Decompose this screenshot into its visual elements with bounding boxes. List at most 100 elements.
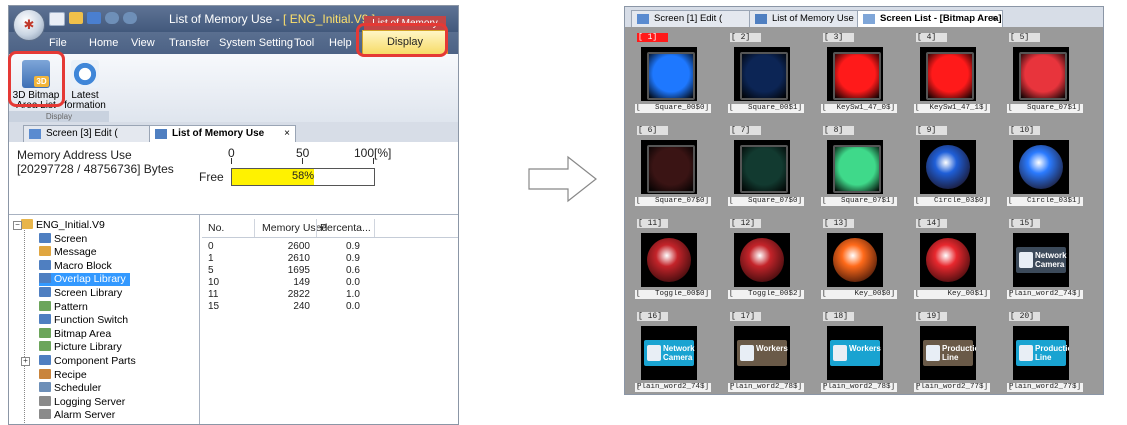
tree-item[interactable]: Recipe	[39, 368, 87, 382]
bitmap-cell[interactable]: [ 9] [Circle_03$0]	[906, 122, 990, 210]
column-header[interactable]: No.	[208, 222, 224, 234]
bitmap-cell[interactable]: [ 5] [Square_07$1]	[999, 29, 1083, 117]
word-plate-icon: Production Line	[1016, 340, 1069, 366]
app-logo-icon[interactable]: ✱	[13, 9, 45, 41]
plate-word: Network Camera	[1035, 251, 1067, 269]
bitmap-cell[interactable]: [ 1] [Square_00$0]	[627, 29, 711, 117]
bitmap-thumbnail	[1013, 140, 1069, 194]
bitmap-cell[interactable]: [ 4] [KeySw1_47_1$]	[906, 29, 990, 117]
tree-item[interactable]: Bitmap Area	[39, 327, 112, 341]
column-separator[interactable]	[374, 219, 375, 237]
tab-list-of-memory-use[interactable]: List of Memory Use ×	[149, 125, 296, 143]
bitmap-thumbnail	[827, 233, 883, 287]
menu-view[interactable]: View	[131, 37, 155, 49]
bitmap-cell[interactable]: [ 18] Workers [Plain_word2_78$]	[813, 308, 897, 394]
bitmap-name: [Toggle_00$0]	[635, 290, 711, 299]
column-separator[interactable]	[254, 219, 255, 237]
tree-item[interactable]: Component Parts	[39, 355, 136, 368]
bracket: [	[729, 197, 734, 205]
latest-information-button[interactable]: Latest formation	[61, 58, 109, 111]
highlight-display-tab	[356, 23, 448, 57]
bitmap-cell[interactable]: [ 7] [Square_07$0]	[720, 122, 804, 210]
table-row[interactable]: 0 2600 0.9	[202, 241, 458, 253]
tree-item[interactable]: Logging Server	[39, 395, 125, 409]
square-button-icon	[740, 52, 788, 100]
table-row[interactable]: 15 240 0.0	[202, 301, 458, 313]
menu-system-setting[interactable]: System Setting	[219, 37, 293, 49]
menu-home[interactable]: Home	[89, 37, 118, 49]
tree-item[interactable]: Scheduler	[39, 382, 101, 395]
bitmap-cell[interactable]: [ 16] Network Camera [Plain_word2_74$]	[627, 308, 711, 394]
scale-tick-100	[373, 158, 374, 164]
bitmap-cell[interactable]: [ 19] Production Line [Plain_word2_77$]	[906, 308, 990, 394]
bitmap-cell[interactable]: [ 13] [Key_00$0]	[813, 215, 897, 303]
redo-icon[interactable]	[123, 12, 137, 24]
expand-icon[interactable]: +	[21, 357, 30, 366]
tab-screen-edit[interactable]: Screen [3] Edit (	[23, 125, 165, 143]
tree-item[interactable]: Function Switch	[39, 314, 128, 327]
memory-percent-text: 58%	[291, 170, 315, 182]
bitmap-cell[interactable]: [ 15] Network Camera [Plain_word2_74$]	[999, 215, 1083, 303]
plate-symbol-icon	[1019, 252, 1033, 268]
collapse-icon[interactable]: −	[13, 221, 22, 230]
close-icon[interactable]: ×	[284, 126, 290, 142]
table-cell: 149	[293, 277, 310, 288]
bitmap-name: [KeySw1_47_0$]	[821, 104, 897, 113]
bitmap-cell[interactable]: [ 2] [Square_00$1]	[720, 29, 804, 117]
table-row[interactable]: 5 1695 0.6	[202, 265, 458, 277]
bitmap-thumbnail	[734, 47, 790, 101]
tree-item[interactable]: Picture Library	[39, 341, 122, 354]
table-row[interactable]: 11 2822 1.0	[202, 289, 458, 301]
tree-item-label: Bitmap Area	[54, 327, 112, 340]
bitmap-cell[interactable]: [ 6] [Square_07$0]	[627, 122, 711, 210]
bitmap-cell[interactable]: [ 10] [Circle_03$1]	[999, 122, 1083, 210]
bitmap-cell[interactable]: [ 3] [KeySw1_47_0$]	[813, 29, 897, 117]
close-icon[interactable]: ×	[991, 11, 997, 27]
column-header[interactable]: Percenta...	[320, 222, 371, 234]
tree-item[interactable]: Screen	[39, 232, 87, 246]
document-tabs: Screen [3] Edit ( List of Memory Use ×	[9, 122, 458, 143]
tree-item[interactable]: ENG_Initial.V9	[21, 219, 105, 232]
tree-item[interactable]: Screen Library	[39, 287, 122, 300]
new-file-icon[interactable]	[49, 12, 65, 26]
bitmap-cell[interactable]: [ 20] Production Line [Plain_word2_77$]	[999, 308, 1083, 394]
open-folder-icon[interactable]	[69, 12, 83, 24]
column-separator[interactable]	[316, 219, 317, 237]
menu-transfer[interactable]: Transfer	[169, 37, 210, 49]
tree-item[interactable]: Macro Block	[39, 259, 112, 273]
square-button-icon	[833, 145, 881, 193]
column-header[interactable]: Memory Used	[262, 222, 327, 234]
bitmap-cell[interactable]: [ 17] Workers [Plain_word2_78$]	[720, 308, 804, 394]
tree-item[interactable]: Alarm Server	[39, 409, 115, 422]
bitmap-cell[interactable]: [ 8] [Square_07$1]	[813, 122, 897, 210]
bitmap-cell[interactable]: [ 12] [Toggle_00$2]	[720, 215, 804, 303]
plate-symbol-icon	[833, 345, 847, 361]
table-row[interactable]: 1 2610 0.9	[202, 253, 458, 265]
word-plate-icon: Workers	[737, 340, 788, 366]
tab-screen-1-edit[interactable]: Screen [1] Edit ( )	[631, 10, 759, 28]
undo-icon[interactable]	[105, 12, 119, 24]
bitmap-cell[interactable]: [ 14] [Key_00$1]	[906, 215, 990, 303]
plate-symbol-icon	[1019, 345, 1033, 361]
right-arrow-icon	[528, 155, 597, 203]
tab-screen-list-bitmap[interactable]: Screen List - [Bitmap Area] ×	[857, 10, 1003, 28]
bitmap-name: [Plain_word2_78$]	[728, 383, 804, 392]
menu-file[interactable]: File	[49, 37, 67, 49]
tree-item[interactable]: Message	[39, 246, 97, 259]
bitmap-cell[interactable]: [ 11] [Toggle_00$0]	[627, 215, 711, 303]
menu-tool[interactable]: Tool	[294, 37, 314, 49]
table-row[interactable]: 10 149 0.0	[202, 277, 458, 289]
tree-item[interactable]: Overlap Library	[39, 273, 130, 287]
tree-item[interactable]: Pattern	[39, 300, 88, 314]
square-button-icon	[926, 52, 974, 100]
screen-edit-icon	[637, 14, 649, 24]
table-cell: 2822	[287, 289, 310, 300]
save-icon[interactable]	[87, 12, 101, 24]
tree-item-label: Recipe	[54, 368, 87, 381]
menu-help[interactable]: Help	[329, 37, 352, 49]
screen-list-window: Screen [1] Edit ( ) List of Memory Use S…	[624, 6, 1104, 395]
bitmap-name: [Circle_03$1]	[1007, 197, 1083, 206]
tree-item-label: Message	[54, 246, 97, 259]
bracket: [	[636, 383, 641, 391]
bracket: [	[1008, 383, 1013, 391]
